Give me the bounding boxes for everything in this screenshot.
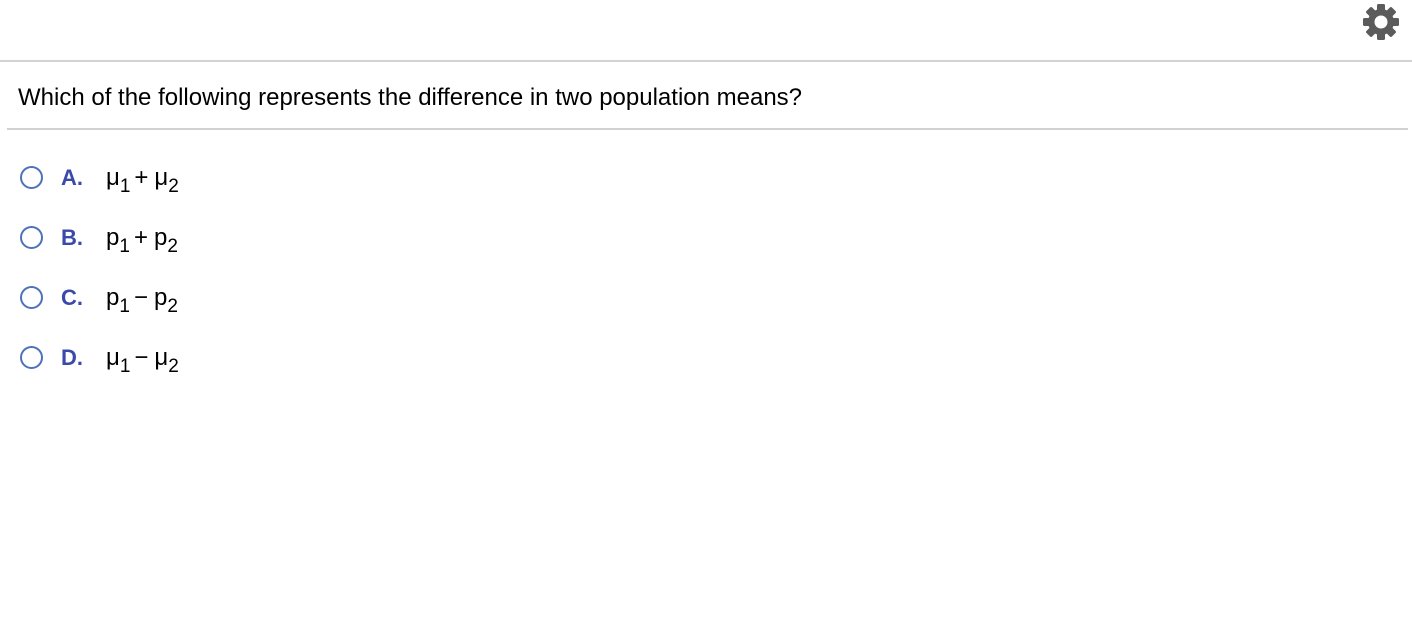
option-letter: A. [61,165,83,190]
question-text: Which of the following represents the di… [18,84,803,111]
option-a[interactable]: A. μ1 + μ2 [20,160,320,220]
term: μ [154,164,169,191]
operator: + [134,164,149,191]
term: μ [154,344,169,371]
answer-options: A. μ1 + μ2 B. p1 + p2 C. p1− p2 D. μ1− μ2 [20,160,320,400]
subscript: 1 [119,356,131,377]
option-b[interactable]: B. p1 + p2 [20,220,320,280]
term: μ [106,344,120,371]
radio-button[interactable] [20,166,43,189]
option-c[interactable]: C. p1− p2 [20,280,320,340]
option-expression: μ1− μ2 [106,344,179,377]
option-letter: D. [61,345,83,370]
term: μ [106,164,120,191]
option-expression: p1 + p2 [106,224,178,257]
option-letter: C. [61,285,83,310]
subscript: 2 [167,296,178,317]
operator: − [133,284,148,311]
subscript: 1 [119,236,130,257]
option-letter: B. [61,225,83,250]
settings-button[interactable] [1360,1,1402,43]
question-page: Which of the following represents the di… [0,0,1412,642]
radio-button[interactable] [20,286,43,309]
operator: − [134,344,149,371]
option-d[interactable]: D. μ1− μ2 [20,340,320,400]
subscript: 2 [168,176,179,197]
radio-button[interactable] [20,346,43,369]
radio-button[interactable] [20,226,43,249]
subscript: 2 [168,356,179,377]
header-divider [0,60,1412,62]
subscript: 1 [119,176,131,197]
gear-icon [1363,4,1399,40]
operator: + [133,224,148,251]
term: p [106,224,120,251]
term: p [106,284,120,311]
option-expression: p1− p2 [106,284,178,317]
subscript: 1 [119,296,130,317]
subscript: 2 [167,236,178,257]
option-expression: μ1 + μ2 [106,164,179,197]
term: p [153,224,168,251]
term: p [153,284,168,311]
question-divider [7,128,1408,130]
